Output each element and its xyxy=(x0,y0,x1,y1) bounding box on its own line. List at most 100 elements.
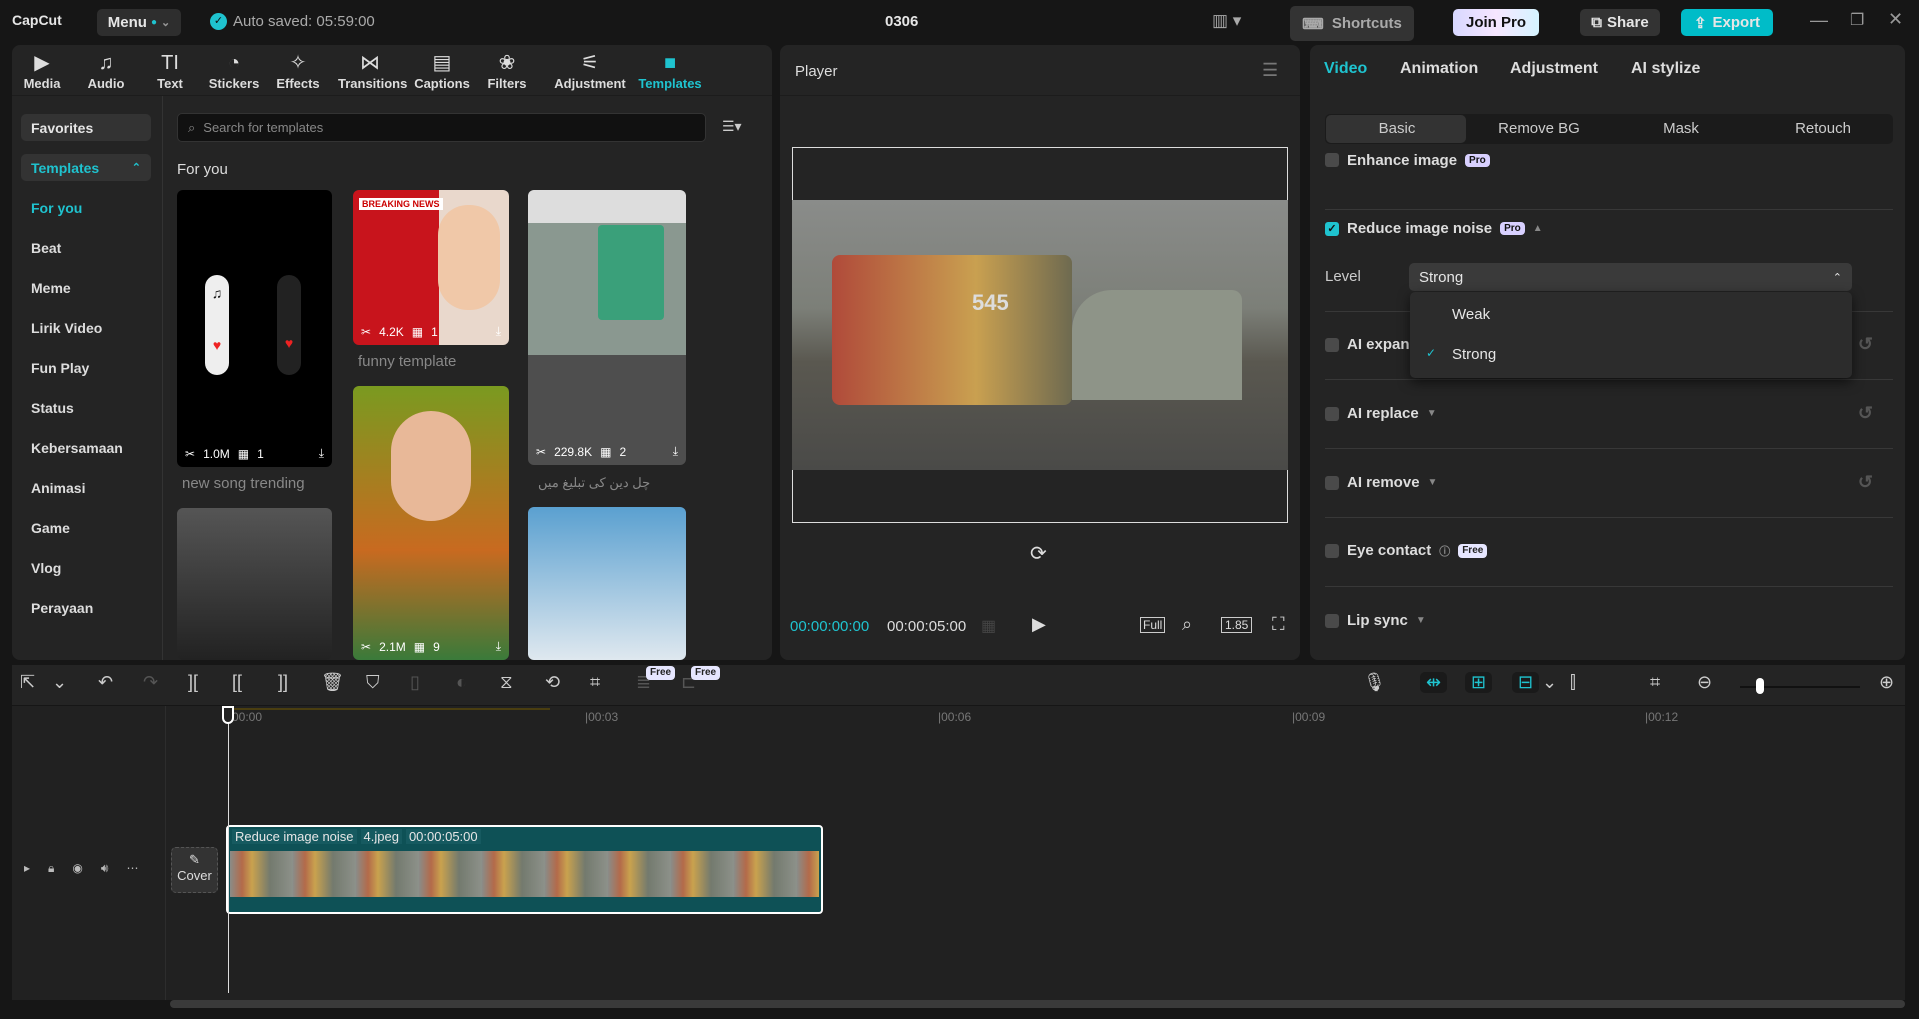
ai-replace-row[interactable]: AI replace▼↺ xyxy=(1325,405,1893,422)
category-item[interactable]: Meme xyxy=(31,280,71,296)
preview-axis-icon[interactable]: ⫿ xyxy=(1570,672,1576,693)
tool-captions[interactable]: ▤Captions xyxy=(410,50,474,91)
caret-up-icon[interactable]: ▲ xyxy=(1533,223,1543,234)
template-card[interactable]: ✂229.8K▦2⤓ xyxy=(528,190,686,465)
split-left-icon[interactable]: [[ xyxy=(232,672,242,693)
more-icon[interactable]: ⋯ xyxy=(126,861,138,876)
lip-sync-row[interactable]: Lip sync▼ xyxy=(1325,612,1893,629)
subtab[interactable]: Basic xyxy=(1326,115,1468,143)
restore-icon[interactable]: ❐ xyxy=(1850,10,1864,30)
playhead-handle[interactable] xyxy=(222,706,234,724)
inspector-tab[interactable]: Adjustment xyxy=(1510,60,1598,78)
zoom-out-icon[interactable]: ⊖ xyxy=(1697,672,1712,693)
tool-templates[interactable]: ■Templates xyxy=(630,50,710,91)
template-card[interactable]: ✂2.1M▦9⤓ xyxy=(353,386,509,660)
tool-adjustment[interactable]: ⚟Adjustment xyxy=(550,50,630,91)
aspect-ratio-button[interactable]: 1.85 xyxy=(1221,617,1252,633)
join-pro-button[interactable]: Join Pro xyxy=(1453,9,1539,36)
crop-icon[interactable]: ⌗ xyxy=(590,672,600,693)
snap-icon[interactable]: ⊞ xyxy=(1465,672,1492,693)
category-item[interactable]: For you xyxy=(31,200,82,216)
delete-icon[interactable]: 🗑︎ xyxy=(321,672,344,693)
subtab[interactable]: Retouch xyxy=(1752,115,1894,143)
level-option-strong[interactable]: Strong xyxy=(1452,346,1496,363)
template-card[interactable] xyxy=(177,508,332,660)
tool-transitions[interactable]: ⋈Transitions xyxy=(338,50,402,91)
full-quality-button[interactable]: Full xyxy=(1140,617,1165,633)
fullscreen-icon[interactable]: ⛶ xyxy=(1272,614,1285,635)
caret-down-icon[interactable]: ▼ xyxy=(1427,408,1437,419)
chevron-down-icon[interactable]: ⌄ xyxy=(1542,672,1557,693)
inspector-tab[interactable]: Animation xyxy=(1400,60,1478,78)
subtab[interactable]: Mask xyxy=(1610,115,1752,143)
category-item[interactable]: Vlog xyxy=(31,560,61,576)
redo-icon[interactable]: ↷ xyxy=(143,672,158,693)
eye-contact-row[interactable]: Eye contactⓘFree xyxy=(1325,542,1893,559)
track-thumbnail-icon[interactable]: ▸ xyxy=(24,861,30,876)
tool-filters[interactable]: ❀Filters xyxy=(475,50,539,91)
templates-category[interactable]: Templates⌃ xyxy=(21,154,151,181)
horizontal-scrollbar[interactable] xyxy=(170,1000,1905,1008)
category-item[interactable]: Animasi xyxy=(31,480,85,496)
chevron-down-icon[interactable]: ⌄ xyxy=(52,672,67,693)
favorites-button[interactable]: Favorites xyxy=(21,114,151,141)
template-card[interactable] xyxy=(528,507,686,660)
enhance-checkbox[interactable] xyxy=(1325,153,1339,167)
reduce-noise-checkbox[interactable]: ✓ xyxy=(1325,222,1339,236)
download-icon[interactable]: ⤓ xyxy=(496,639,501,654)
level-dropdown[interactable]: Strong⌃ xyxy=(1409,263,1852,291)
menu-button[interactable]: Menu●⌄ xyxy=(97,9,181,36)
playhead[interactable] xyxy=(228,708,229,993)
undo-icon[interactable]: ↶ xyxy=(98,672,113,693)
link-clips-icon[interactable]: ⊟ xyxy=(1512,672,1539,693)
subtab[interactable]: Remove BG xyxy=(1468,115,1610,143)
shortcuts-button[interactable]: ⌨Shortcuts xyxy=(1290,6,1414,41)
tool-effects[interactable]: ✧Effects xyxy=(266,50,330,91)
caret-down-icon[interactable]: ▼ xyxy=(1416,615,1426,626)
download-icon[interactable]: ⤓ xyxy=(673,444,678,459)
ai-expand-checkbox[interactable] xyxy=(1325,338,1339,352)
reset-icon[interactable]: ↺ xyxy=(1858,472,1873,493)
reverse-icon[interactable]: ◐ xyxy=(456,672,467,693)
hamburger-icon[interactable]: ☰ xyxy=(1262,60,1278,81)
close-icon[interactable]: ✕ xyxy=(1888,9,1903,30)
ruler-zoom-icon[interactable]: ⌗ xyxy=(1650,672,1660,693)
enhance-image-row[interactable]: Enhance imagePro xyxy=(1325,152,1893,168)
cover-button[interactable]: ✎Cover xyxy=(171,847,218,893)
inspector-tab[interactable]: Video xyxy=(1324,60,1367,78)
lip-sync-checkbox[interactable] xyxy=(1325,614,1339,628)
help-icon[interactable]: ⓘ xyxy=(1439,543,1450,559)
reduce-noise-row[interactable]: ✓Reduce image noisePro▲ xyxy=(1325,220,1893,237)
rotate-icon[interactable]: ⟳ xyxy=(1030,541,1047,566)
microphone-icon[interactable]: 🎙︎ xyxy=(1363,672,1386,693)
template-card[interactable]: BREAKING NEWS ✂4.2K▦1⤓ xyxy=(353,190,509,345)
template-card[interactable]: ♫♥ ♥ ✂1.0M▦1⤓ xyxy=(177,190,332,467)
level-option-weak[interactable]: Weak xyxy=(1452,306,1490,323)
timeline-view-icon[interactable]: ▦ xyxy=(981,616,996,636)
tool-media[interactable]: ▶Media xyxy=(10,50,74,91)
eye-icon[interactable]: ◉ xyxy=(72,861,82,876)
play-icon[interactable]: ▶ xyxy=(1032,614,1046,635)
rotate-icon[interactable]: ⟲ xyxy=(545,672,560,693)
ai-replace-checkbox[interactable] xyxy=(1325,407,1339,421)
layout-icon[interactable]: ▥ ▾ xyxy=(1212,11,1241,31)
split-right-icon[interactable]: ]] xyxy=(278,672,288,693)
category-item[interactable]: Status xyxy=(31,400,74,416)
mask-icon[interactable]: ⛉ xyxy=(366,672,380,693)
reset-icon[interactable]: ↺ xyxy=(1858,334,1873,355)
lock-icon[interactable]: 🔒︎ xyxy=(48,861,54,876)
minimize-icon[interactable]: — xyxy=(1810,10,1828,31)
ai-remove-checkbox[interactable] xyxy=(1325,476,1339,490)
category-item[interactable]: Fun Play xyxy=(31,360,89,376)
tool-text[interactable]: TIText xyxy=(138,50,202,91)
template-search-input[interactable]: ⌕Search for templates xyxy=(177,113,706,142)
ai-remove-row[interactable]: AI remove▼↺ xyxy=(1325,474,1893,491)
zoom-slider-thumb[interactable] xyxy=(1756,678,1764,694)
inspector-tab[interactable]: AI stylize xyxy=(1631,60,1700,78)
select-icon[interactable]: ⇱ xyxy=(20,672,35,693)
category-item[interactable]: Kebersamaan xyxy=(31,440,123,456)
split-icon[interactable]: ][ xyxy=(188,672,198,693)
zoom-fit-icon[interactable]: ⌕ xyxy=(1182,614,1192,635)
freeze-icon[interactable]: ▯ xyxy=(410,672,420,693)
mirror-icon[interactable]: ⧖ xyxy=(500,672,513,693)
